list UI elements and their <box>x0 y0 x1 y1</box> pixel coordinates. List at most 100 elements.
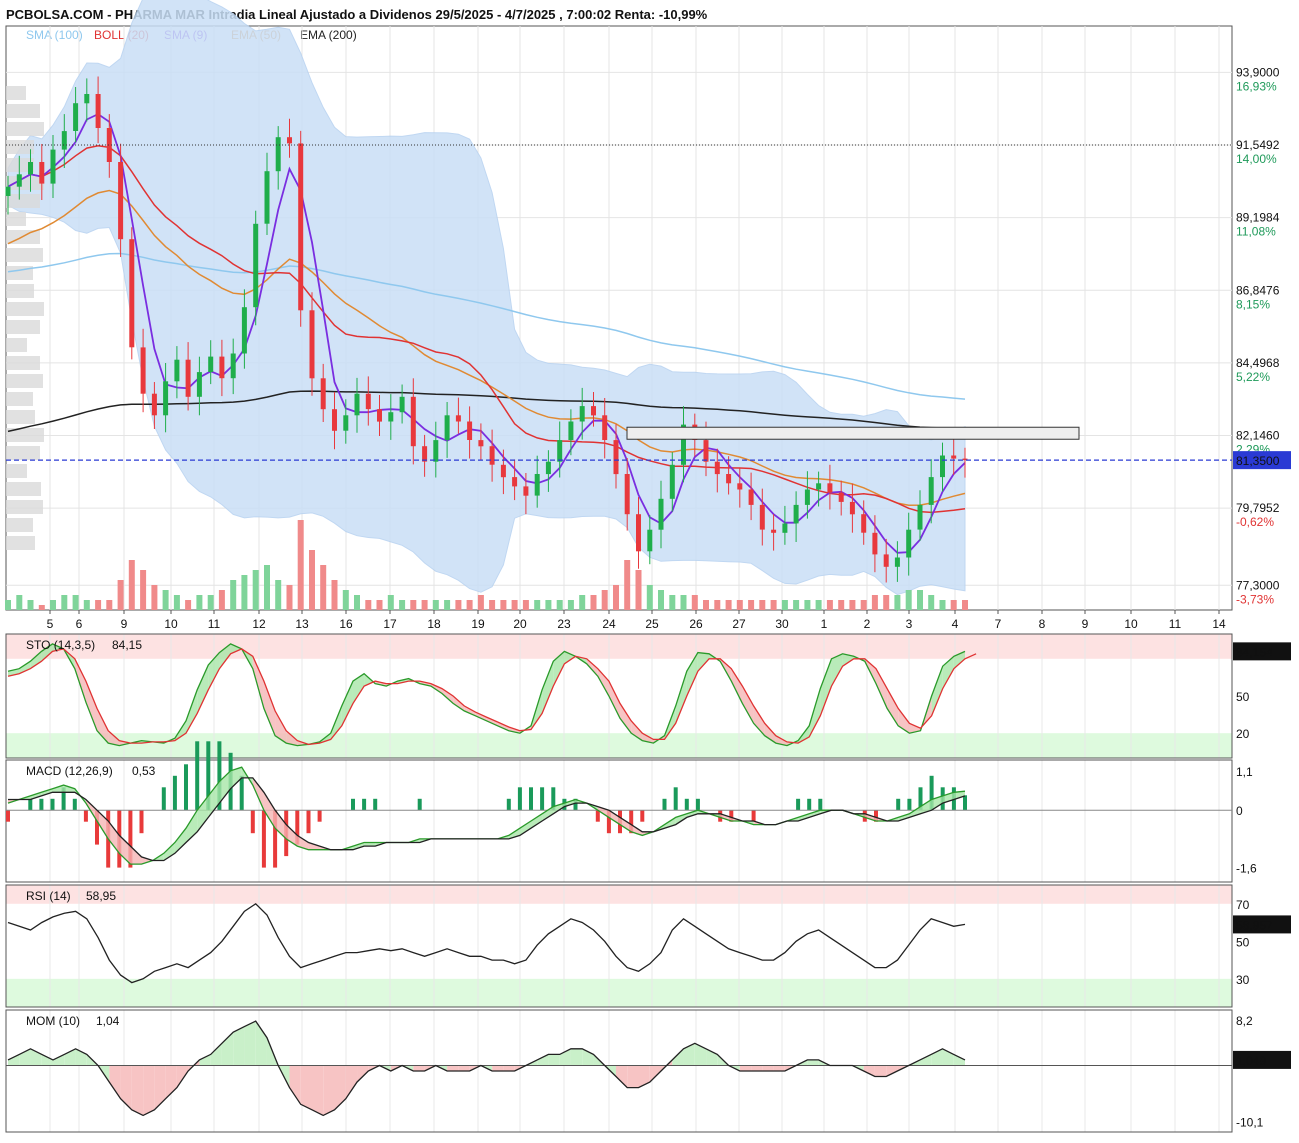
volume-profile-bar-2 <box>6 122 44 136</box>
candle-body-19 <box>219 356 225 379</box>
volume-profile-bar-12 <box>6 302 44 316</box>
macd-hist-67 <box>751 810 756 822</box>
price-pct-4: 5,22% <box>1236 370 1270 384</box>
candle-body-46 <box>523 486 529 496</box>
candle-body-11 <box>129 239 135 348</box>
panel-level-0: 70 <box>1236 898 1250 912</box>
volume-profile-bar-20 <box>6 446 40 460</box>
volume-bar-30 <box>342 590 349 610</box>
volume-profile-bar-9 <box>6 248 43 262</box>
candle-body-41 <box>467 421 473 440</box>
panel-level-2: -1,6 <box>1236 862 1257 876</box>
volume-bar-41 <box>466 600 473 610</box>
volume-bar-23 <box>264 565 270 610</box>
candle-body-57 <box>647 529 653 552</box>
macd-hist-14 <box>161 787 166 811</box>
volume-profile-bar-21 <box>6 464 27 478</box>
macd-hist-31 <box>351 798 355 811</box>
candle-body-7 <box>84 94 90 104</box>
mom-fill-28 <box>323 1065 335 1116</box>
oversold-zone <box>6 733 1232 758</box>
volume-bar-21 <box>241 575 248 610</box>
volume-bar-85 <box>962 600 968 610</box>
volume-bar-65 <box>736 600 743 610</box>
mom-fill-27 <box>311 1065 324 1116</box>
candle-body-35 <box>399 396 405 413</box>
volume-bar-5 <box>61 595 68 610</box>
volume-bar-81 <box>917 590 923 610</box>
volume-profile-bar-25 <box>6 536 35 550</box>
x-label-13: 24 <box>602 617 616 631</box>
volume-bar-77 <box>871 595 878 610</box>
mom-fill-36 <box>413 1065 425 1071</box>
x-label-10: 19 <box>471 617 485 631</box>
candle-body-4 <box>50 149 56 184</box>
panel-current-label: 1,049 <box>1236 1054 1266 1068</box>
volume-profile-bar-22 <box>6 482 41 496</box>
volume-bar-70 <box>793 600 800 610</box>
volume-bar-52 <box>590 595 597 610</box>
volume-bar-38 <box>432 600 439 610</box>
x-label-11: 20 <box>513 617 527 631</box>
resistance-box <box>626 426 1080 440</box>
x-label-6: 13 <box>295 617 309 631</box>
mom-fill-71 <box>807 1059 819 1066</box>
candle-body-47 <box>534 474 540 496</box>
x-label-24: 9 <box>1082 617 1089 631</box>
volume-profile-bar-23 <box>6 500 43 514</box>
volume-bar-84 <box>950 600 957 610</box>
panel-value: 58,95 <box>86 889 116 903</box>
x-label-22: 7 <box>995 617 1002 631</box>
volume-bar-7 <box>83 600 90 610</box>
macd-hist-59 <box>662 798 667 811</box>
macd-hist-27 <box>306 810 311 834</box>
candle-body-52 <box>591 406 596 416</box>
volume-bar-46 <box>522 600 529 610</box>
candle-body-14 <box>163 381 169 416</box>
volume-profile-bar-3 <box>6 140 34 154</box>
volume-bar-35 <box>399 600 406 610</box>
panel-title: STO (14,3,5) <box>26 638 95 652</box>
candle-body-0 <box>5 186 11 196</box>
volume-bar-75 <box>849 600 856 610</box>
candle-body-71 <box>804 489 810 505</box>
volume-bar-48 <box>545 600 552 610</box>
candle-body-33 <box>377 409 382 422</box>
macd-hist-53 <box>595 810 600 822</box>
volume-bar-55 <box>624 560 631 610</box>
panel-level-0: 8,2 <box>1236 1014 1253 1028</box>
volume-profile-bar-11 <box>6 284 34 298</box>
candle-body-66 <box>748 489 754 505</box>
volume-bar-20 <box>230 580 237 610</box>
panel-value: 84,15 <box>112 638 142 652</box>
mom-fill-39 <box>447 1065 459 1071</box>
panel-level-0: 1,1 <box>1236 765 1253 779</box>
volume-profile-bar-6 <box>6 194 40 208</box>
macd-hist-2 <box>28 798 33 811</box>
x-label-12: 23 <box>557 617 571 631</box>
x-label-7: 16 <box>339 617 353 631</box>
candle-body-50 <box>568 421 574 440</box>
macd-hist-48 <box>540 787 545 811</box>
candle-body-20 <box>230 353 236 379</box>
chart-svg: PCBOLSA.COM - PHARMA MAR Intradia Lineal… <box>0 0 1299 1138</box>
price-pct-2: 11,08% <box>1236 225 1276 239</box>
volume-bar-24 <box>275 580 282 610</box>
volume-bar-62 <box>703 600 709 610</box>
mom-fill-11 <box>131 1065 144 1116</box>
candle-body-68 <box>771 529 777 533</box>
macd-hist-45 <box>506 798 511 811</box>
macd-hist-71 <box>796 798 801 811</box>
x-label-1: 6 <box>76 617 83 631</box>
x-label-9: 18 <box>427 617 441 631</box>
candle-body-40 <box>455 415 461 422</box>
volume-bar-40 <box>455 600 462 610</box>
x-label-17: 30 <box>775 617 789 631</box>
macd-hist-73 <box>818 798 823 811</box>
volume-profile-bar-24 <box>6 518 33 532</box>
macd-hist-21 <box>239 775 244 811</box>
volume-bar-45 <box>511 600 518 610</box>
volume-profile-bar-17 <box>6 392 33 406</box>
x-label-23: 8 <box>1039 617 1046 631</box>
volume-bar-80 <box>905 590 912 610</box>
